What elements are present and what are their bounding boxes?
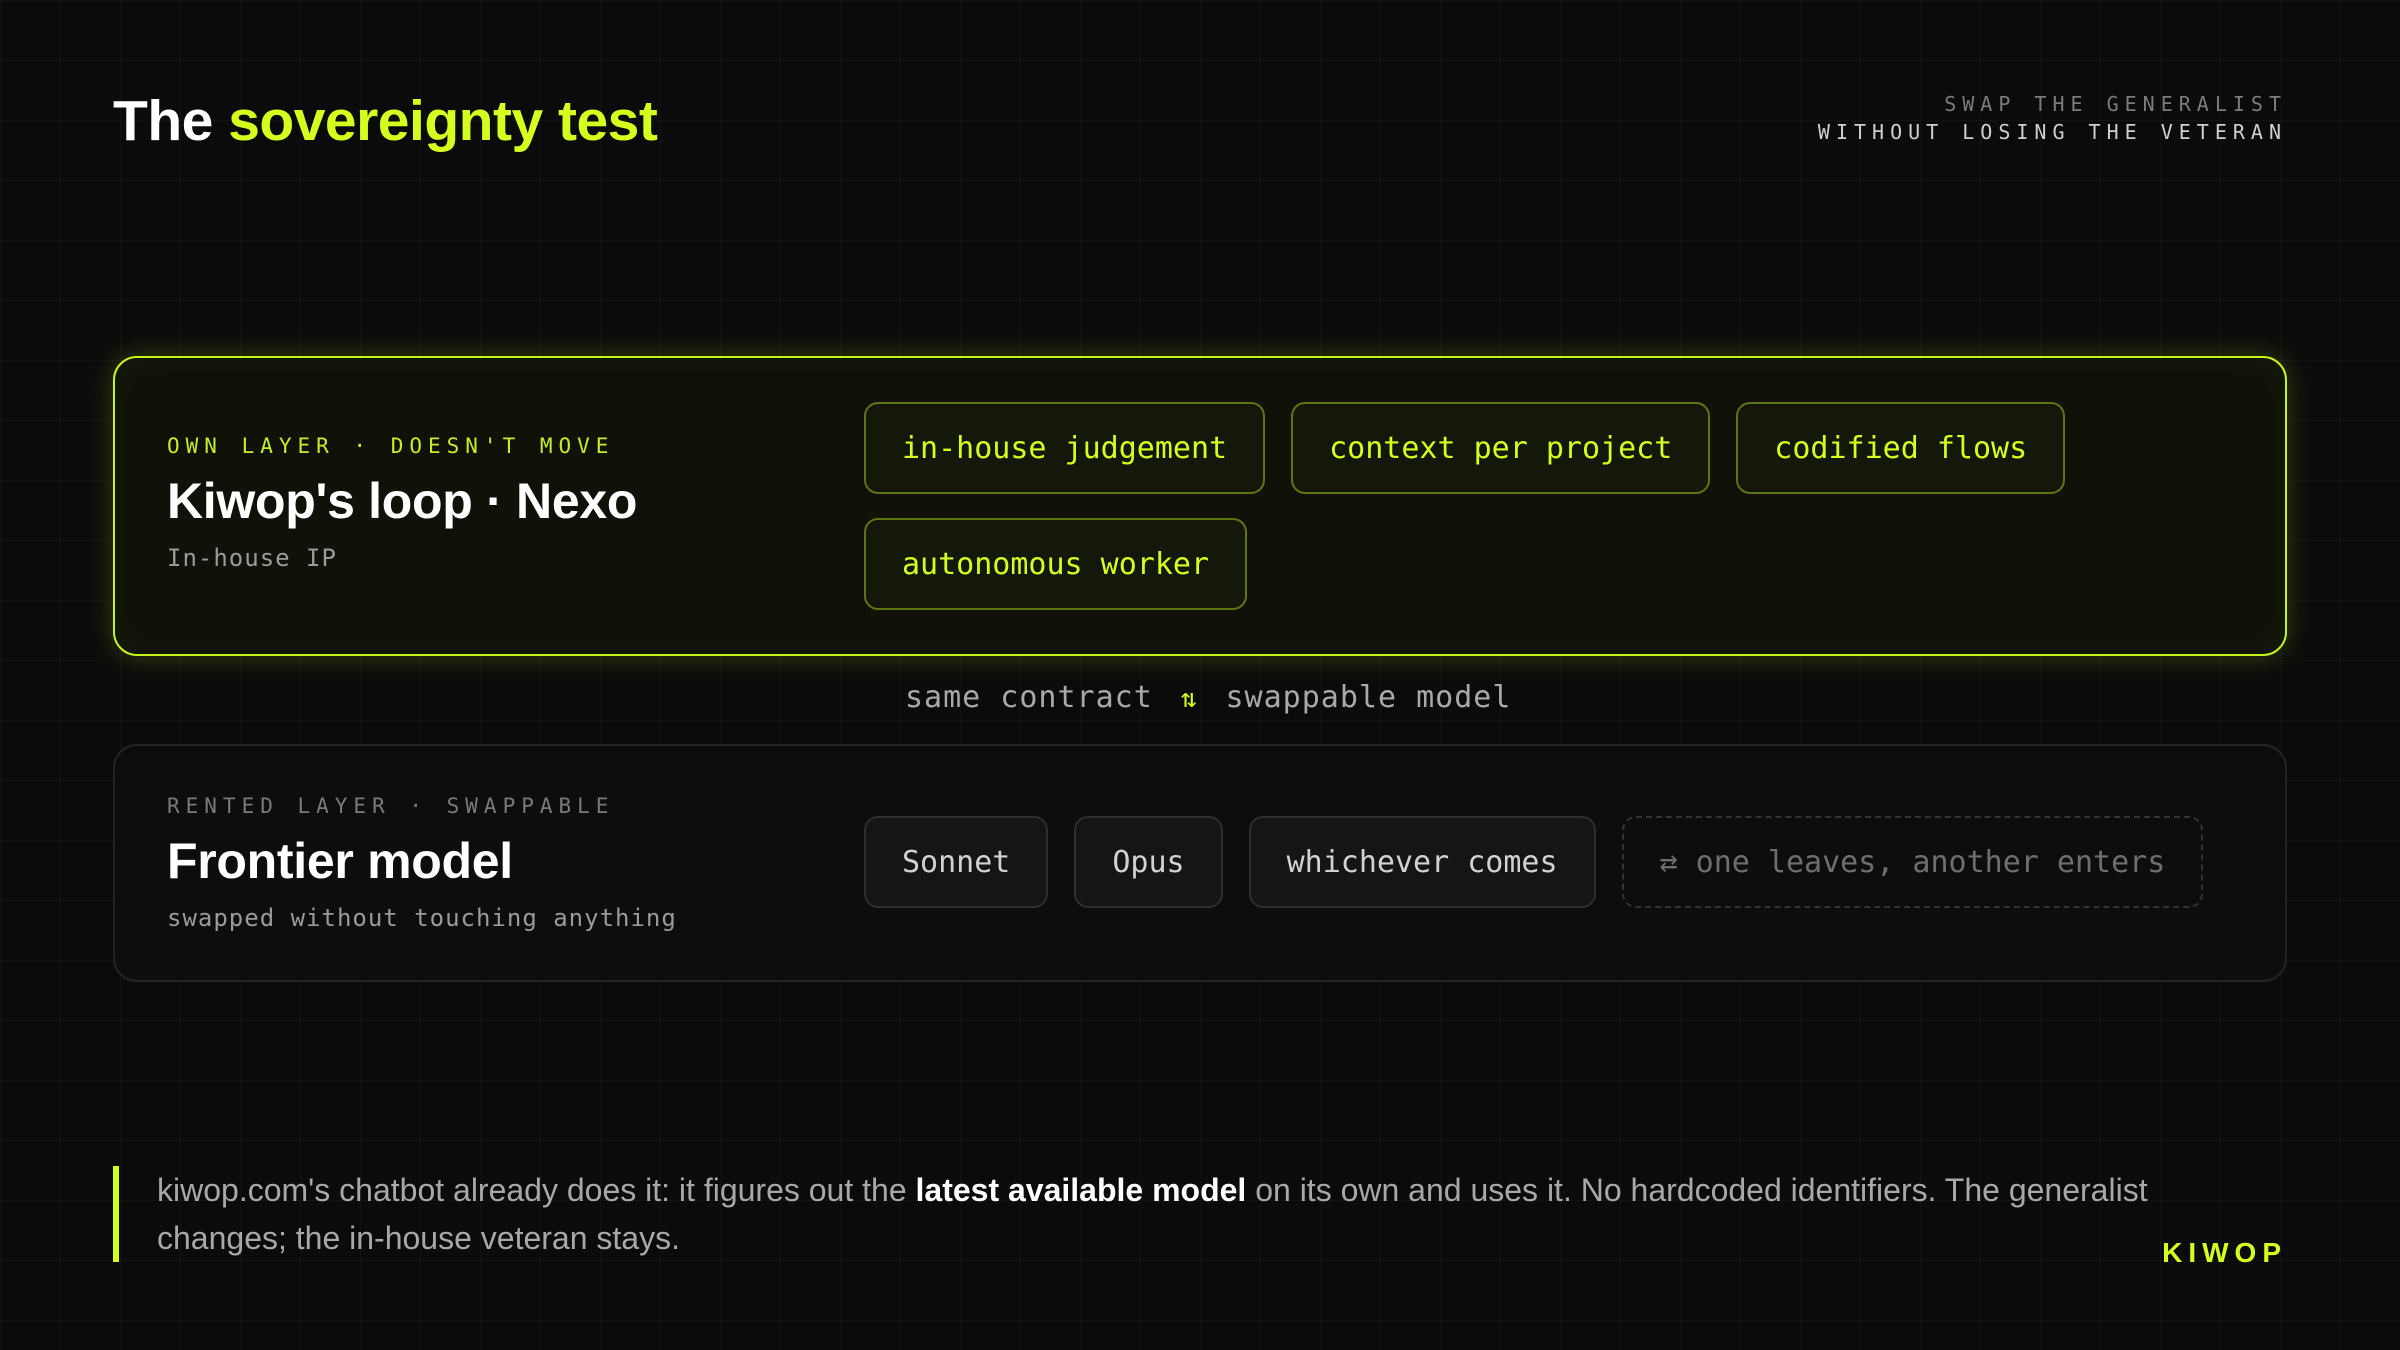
chip-one-leaves-another-enters: ⇄ one leaves, another enters [1621, 816, 2204, 908]
rented-layer-eyebrow: RENTED LAYER · SWAPPABLE [167, 794, 615, 818]
own-layer-heading: OWN LAYER · DOESN'T MOVE Kiwop's loop · … [167, 434, 637, 572]
connector-left-label: same contract [905, 680, 1153, 715]
rented-layer-subtitle: swapped without touching anything [167, 904, 677, 932]
quote-text-before: kiwop.com's chatbot already does it: it … [157, 1172, 916, 1208]
rented-layer-title: Frontier model [167, 833, 513, 889]
title-accent: sovereignty test [228, 89, 658, 153]
title-prefix: The [113, 89, 213, 153]
chip-in-house-judgement: in-house judgement [864, 402, 1266, 494]
rented-layer-chips: Sonnet Opus whichever comes ⇄ one leaves… [864, 816, 2244, 932]
own-layer-chips: in-house judgement context per project c… [864, 402, 2104, 634]
connector-right-label: swappable model [1225, 680, 1512, 715]
page-title: The sovereignty test [113, 88, 658, 154]
tagline-line-2: WITHOUT LOSING THE VETERAN [1817, 120, 2287, 144]
rented-layer-heading: RENTED LAYER · SWAPPABLE Frontier model … [167, 794, 677, 932]
tagline-line-1: SWAP THE GENERALIST [1944, 92, 2287, 116]
swap-arrows-icon: ⇅ [1180, 684, 1198, 714]
chip-opus: Opus [1074, 816, 1223, 908]
chip-context-per-project: context per project [1291, 402, 1711, 494]
chip-sonnet: Sonnet [864, 816, 1049, 908]
footer-quote: kiwop.com's chatbot already does it: it … [113, 1166, 2153, 1262]
chip-whichever-comes: whichever comes [1248, 816, 1596, 908]
own-layer-eyebrow: OWN LAYER · DOESN'T MOVE [167, 434, 615, 458]
own-layer-title: Kiwop's loop · Nexo [167, 473, 638, 529]
chip-codified-flows: codified flows [1736, 402, 2066, 494]
slide: The sovereignty test SWAP THE GENERALIST… [0, 0, 2400, 1350]
quote-highlight: latest available model [915, 1172, 1247, 1208]
chip-autonomous-worker: autonomous worker [864, 518, 1248, 610]
rented-layer-card: RENTED LAYER · SWAPPABLE Frontier model … [113, 744, 2287, 982]
own-layer-subtitle: In-house IP [167, 544, 337, 572]
brand-logo: KIWOP [2162, 1237, 2287, 1268]
own-layer-card: OWN LAYER · DOESN'T MOVE Kiwop's loop · … [113, 356, 2287, 656]
tagline: SWAP THE GENERALIST WITHOUT LOSING THE V… [1818, 90, 2287, 146]
layer-connector: same contract ⇅ swappable model [905, 680, 1511, 715]
